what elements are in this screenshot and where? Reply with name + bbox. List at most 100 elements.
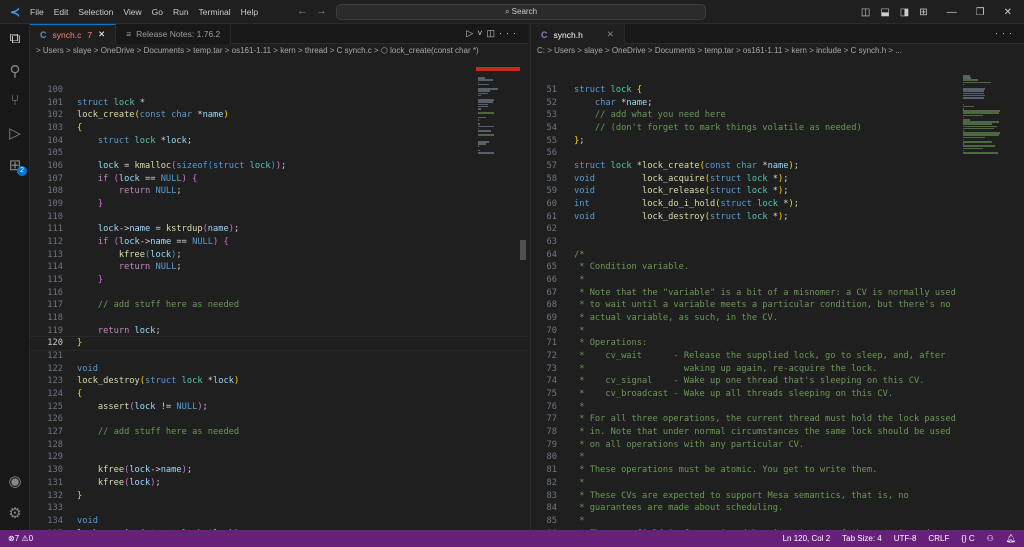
minimap-line — [963, 136, 985, 139]
customize-layout-icon[interactable]: ⊞ — [919, 7, 927, 18]
run-icon[interactable]: ▷˅ — [466, 28, 486, 38]
search-icon[interactable]: ⚲ — [0, 62, 30, 80]
token: return — [118, 186, 156, 197]
problems-indicator[interactable]: ⊗7 ⚠0 — [8, 530, 33, 547]
tab-release-notes[interactable]: ≡ Release Notes: 1.76.2 — [116, 24, 232, 44]
code-line: 112 if (lock->name == NULL) { — [30, 236, 528, 249]
toggle-panel-icon[interactable]: ⬓ — [880, 7, 889, 18]
extensions-icon[interactable]: ⊞ 2 — [0, 156, 30, 176]
minimap[interactable] — [961, 67, 1005, 530]
settings-gear-icon[interactable]: ⚙ — [0, 504, 30, 522]
language-mode[interactable]: {} C — [961, 530, 974, 547]
close-tab-icon[interactable]: ✕ — [98, 29, 105, 40]
menu-edit[interactable]: Edit — [54, 7, 69, 17]
token: * Condition variable. — [574, 262, 690, 273]
run-debug-icon[interactable]: ▷ — [0, 124, 30, 142]
line-number: 108 — [47, 186, 63, 197]
document-icon: ≡ — [126, 29, 132, 39]
token: * — [574, 401, 585, 412]
token: ; — [783, 186, 789, 197]
code-line: 134 void — [30, 515, 528, 528]
token: * For all three operations, the current … — [574, 414, 956, 425]
token: { — [77, 389, 83, 400]
tab-synch-h[interactable]: Csynch.h ✕ — [531, 24, 625, 44]
token: name — [150, 237, 172, 248]
line-number: 121 — [47, 351, 63, 362]
line-text: lock_create(const char *name) — [77, 109, 229, 122]
close-window-icon[interactable]: ✕ — [1004, 7, 1012, 18]
accounts-feedback-icon[interactable]: ⚇ — [987, 530, 994, 547]
split-editor-icon[interactable]: ◫ — [486, 28, 499, 38]
breadcrumb[interactable]: C: > Users > slaye > OneDrive > Document… — [531, 44, 1024, 58]
more-actions-icon[interactable]: ··· — [499, 28, 520, 38]
minimize-icon[interactable]: — — [947, 7, 957, 18]
token: name — [207, 224, 229, 235]
braces-icon: {} — [961, 534, 969, 543]
minimap[interactable] — [476, 67, 520, 530]
explorer-icon[interactable]: ⧉ — [0, 30, 30, 47]
encoding[interactable]: UTF-8 — [894, 530, 917, 547]
menu-view[interactable]: View — [123, 7, 141, 17]
minimap-line — [963, 83, 964, 86]
code-line: 62 — [531, 223, 1024, 236]
command-center-search[interactable]: ⌕ Search — [336, 4, 706, 20]
tab-label: synch.c — [52, 29, 82, 40]
code-editor[interactable]: 51 struct lock {52 char *name; 53 // add w… — [531, 67, 1024, 530]
token: NULL — [176, 401, 198, 412]
token: * cv_signal - Wake up one thread that's … — [574, 376, 925, 387]
code-line: 55}; — [531, 135, 1024, 148]
menu-run[interactable]: Run — [173, 7, 189, 17]
menu-help[interactable]: Help — [241, 7, 258, 17]
menu-go[interactable]: Go — [152, 7, 163, 17]
token: lock — [134, 135, 161, 146]
code-line: 130 kfree(lock->name); — [30, 464, 528, 477]
tab-synch-c[interactable]: Csynch.c 7 ✕ — [30, 24, 117, 44]
end-of-line[interactable]: CRLF — [928, 530, 949, 547]
toggle-sidebar-icon[interactable]: ◫ — [861, 7, 870, 18]
line-number: 73 — [546, 363, 557, 374]
token: ; — [155, 477, 161, 488]
minimap-line — [478, 79, 493, 81]
restore-icon[interactable]: ❐ — [976, 7, 985, 18]
back-arrow-icon[interactable]: ← — [297, 5, 316, 17]
close-tab-icon[interactable]: ✕ — [607, 29, 614, 40]
token: lock — [746, 211, 773, 222]
code-line: 110 — [30, 211, 528, 224]
token: void — [77, 515, 98, 526]
scrollbar-thumb[interactable] — [520, 240, 526, 260]
line-text: * in. Note that under normal circumstanc… — [574, 426, 950, 439]
code-line: 71 * Operations: — [531, 337, 1024, 350]
token: int — [574, 199, 590, 210]
token: * These CVs are expected to support Mesa… — [574, 490, 909, 501]
notifications-bell-icon[interactable]: 🔔︎ — [1006, 530, 1016, 547]
token: ; — [186, 135, 193, 146]
line-number: 52 — [546, 97, 557, 108]
c-header-icon: C — [541, 29, 548, 40]
breadcrumb[interactable]: > Users > slaye > OneDrive > Documents >… — [30, 44, 528, 58]
cursor-position[interactable]: Ln 120, Col 2 — [783, 530, 831, 547]
more-actions-icon[interactable]: ··· — [995, 28, 1016, 38]
line-number: 60 — [546, 199, 557, 210]
editor-group-right: Csynch.h ✕ ··· C: > Users > slaye > OneDr… — [530, 24, 1024, 530]
code-line: 83 * These CVs are expected to support M… — [531, 490, 1024, 503]
line-text: struct lock *lock; — [77, 135, 192, 148]
token: * Note that the "variable" is a bit of a… — [574, 287, 956, 298]
forward-arrow-icon[interactable]: → — [316, 5, 335, 17]
token: struct — [574, 85, 611, 95]
source-control-icon[interactable]: ⑂ — [0, 92, 30, 109]
menu-selection[interactable]: Selection — [78, 7, 113, 17]
menu-file[interactable]: File — [30, 7, 44, 17]
line-number: 78 — [546, 427, 557, 438]
tab-size[interactable]: Tab Size: 4 — [842, 530, 882, 547]
code-line: 123 lock_destroy(struct lock *lock) — [30, 375, 528, 388]
account-icon[interactable]: ◉ — [0, 472, 30, 490]
code-editor[interactable]: 100 101 struct lock * 102 lock_create(const … — [30, 67, 528, 530]
menu-terminal[interactable]: Terminal — [199, 7, 231, 17]
toggle-secondary-sidebar-icon[interactable]: ◨ — [900, 7, 909, 18]
c-file-icon: C — [40, 29, 47, 40]
